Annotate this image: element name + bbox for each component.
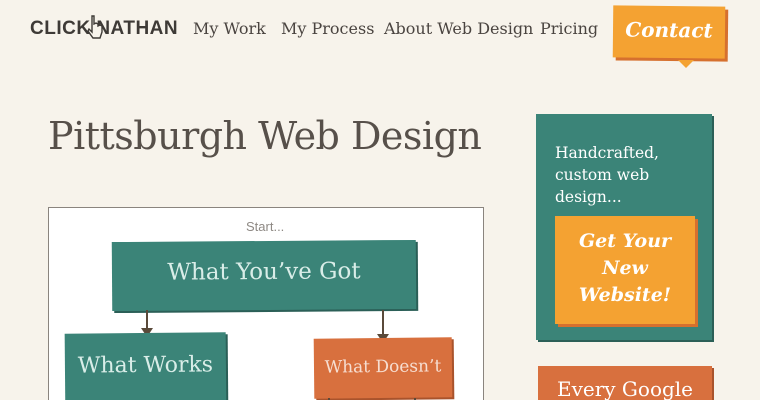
sidebar-intro-text: Handcrafted, custom web design... (555, 142, 695, 208)
flowchart-box-what-works: What Works (64, 332, 227, 400)
google-card-text: Every Google (556, 377, 694, 400)
contact-button[interactable]: Contact (612, 5, 726, 59)
sidebar-intro-line: Handcrafted, (555, 144, 659, 162)
nav-my-process[interactable]: My Process (281, 19, 374, 38)
arrow-left-stem (146, 310, 148, 328)
cta-line: Website! (578, 284, 672, 306)
flowchart-box-label: What Doesn’t (324, 356, 442, 378)
sidebar-intro-line: design... (555, 188, 622, 206)
cursor-hand-icon (87, 15, 103, 39)
flowchart-box-label: What You’ve Got (167, 258, 361, 286)
site-header: CLICK NATHAN My Work My Process About We… (0, 0, 760, 70)
nav-about-web-design[interactable]: About Web Design (384, 19, 533, 38)
flowchart-box-what-doesnt: What Doesn’t (313, 337, 453, 399)
flowchart-start-label: Start... (246, 219, 285, 234)
cta-line: New (602, 257, 648, 279)
nav-pricing[interactable]: Pricing (540, 19, 598, 38)
page-title: Pittsburgh Web Design (48, 114, 482, 158)
contact-button-label: Contact (625, 17, 713, 43)
sidebar-intro-line: custom web (555, 166, 650, 184)
nav-my-work[interactable]: My Work (193, 19, 266, 38)
flowchart-box-what-youve-got: What You’ve Got (111, 239, 417, 312)
cta-line: Get Your (578, 230, 672, 252)
contact-speech-tail (678, 60, 694, 68)
arrow-right-stem (382, 310, 384, 335)
get-new-website-label[interactable]: Get Your New Website! (555, 228, 695, 309)
flowchart-box-label: What Works (77, 352, 214, 379)
